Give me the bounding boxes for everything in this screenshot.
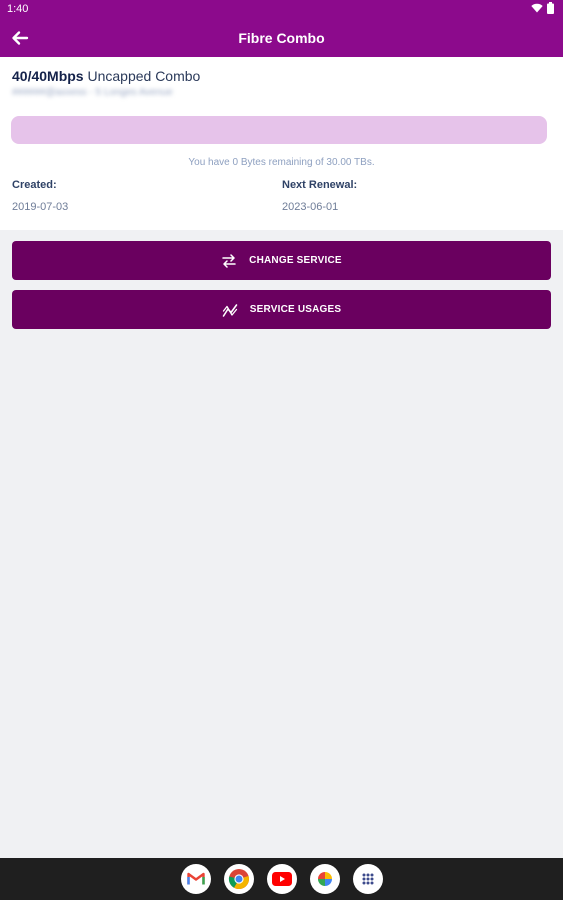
renewal-value: 2023-06-01 bbox=[282, 201, 339, 213]
plan-speed: 40/40Mbps bbox=[12, 68, 84, 84]
service-card: 40/40Mbps Uncapped Combo ######@axxess -… bbox=[0, 57, 563, 230]
renewal-label: Next Renewal: bbox=[282, 179, 358, 191]
status-bar: 1:40 bbox=[0, 0, 563, 18]
app-bar: Fibre Combo bbox=[0, 18, 563, 57]
service-usages-button[interactable]: SERVICE USAGES bbox=[12, 290, 551, 329]
navigation-bar bbox=[0, 858, 563, 900]
change-service-button[interactable]: CHANGE SERVICE bbox=[12, 241, 551, 280]
account-line: ######@axxess - 5 Longes Avenue bbox=[12, 87, 173, 98]
gmail-icon[interactable] bbox=[181, 864, 211, 894]
app-dock bbox=[181, 864, 383, 894]
created-label: Created: bbox=[12, 179, 57, 191]
remaining-text: You have 0 Bytes remaining of 30.00 TBs. bbox=[188, 157, 375, 168]
trending-chart-icon bbox=[222, 303, 238, 317]
service-usages-label: SERVICE USAGES bbox=[249, 304, 342, 315]
app-drawer-icon[interactable] bbox=[353, 864, 383, 894]
change-service-label: CHANGE SERVICE bbox=[249, 255, 342, 266]
battery-icon bbox=[547, 2, 554, 14]
plan-name: Uncapped Combo bbox=[87, 68, 201, 84]
swap-arrows-icon bbox=[222, 253, 236, 268]
photos-icon[interactable] bbox=[310, 864, 340, 894]
created-value: 2019-07-03 bbox=[12, 201, 69, 213]
youtube-icon[interactable] bbox=[267, 864, 297, 894]
page-title: Fibre Combo bbox=[238, 30, 325, 46]
wifi-icon bbox=[531, 3, 543, 13]
usage-progress-bar bbox=[11, 116, 547, 144]
chrome-icon[interactable] bbox=[224, 864, 254, 894]
plan-title: 40/40Mbps Uncapped Combo bbox=[12, 68, 200, 84]
status-time: 1:40 bbox=[7, 3, 29, 15]
